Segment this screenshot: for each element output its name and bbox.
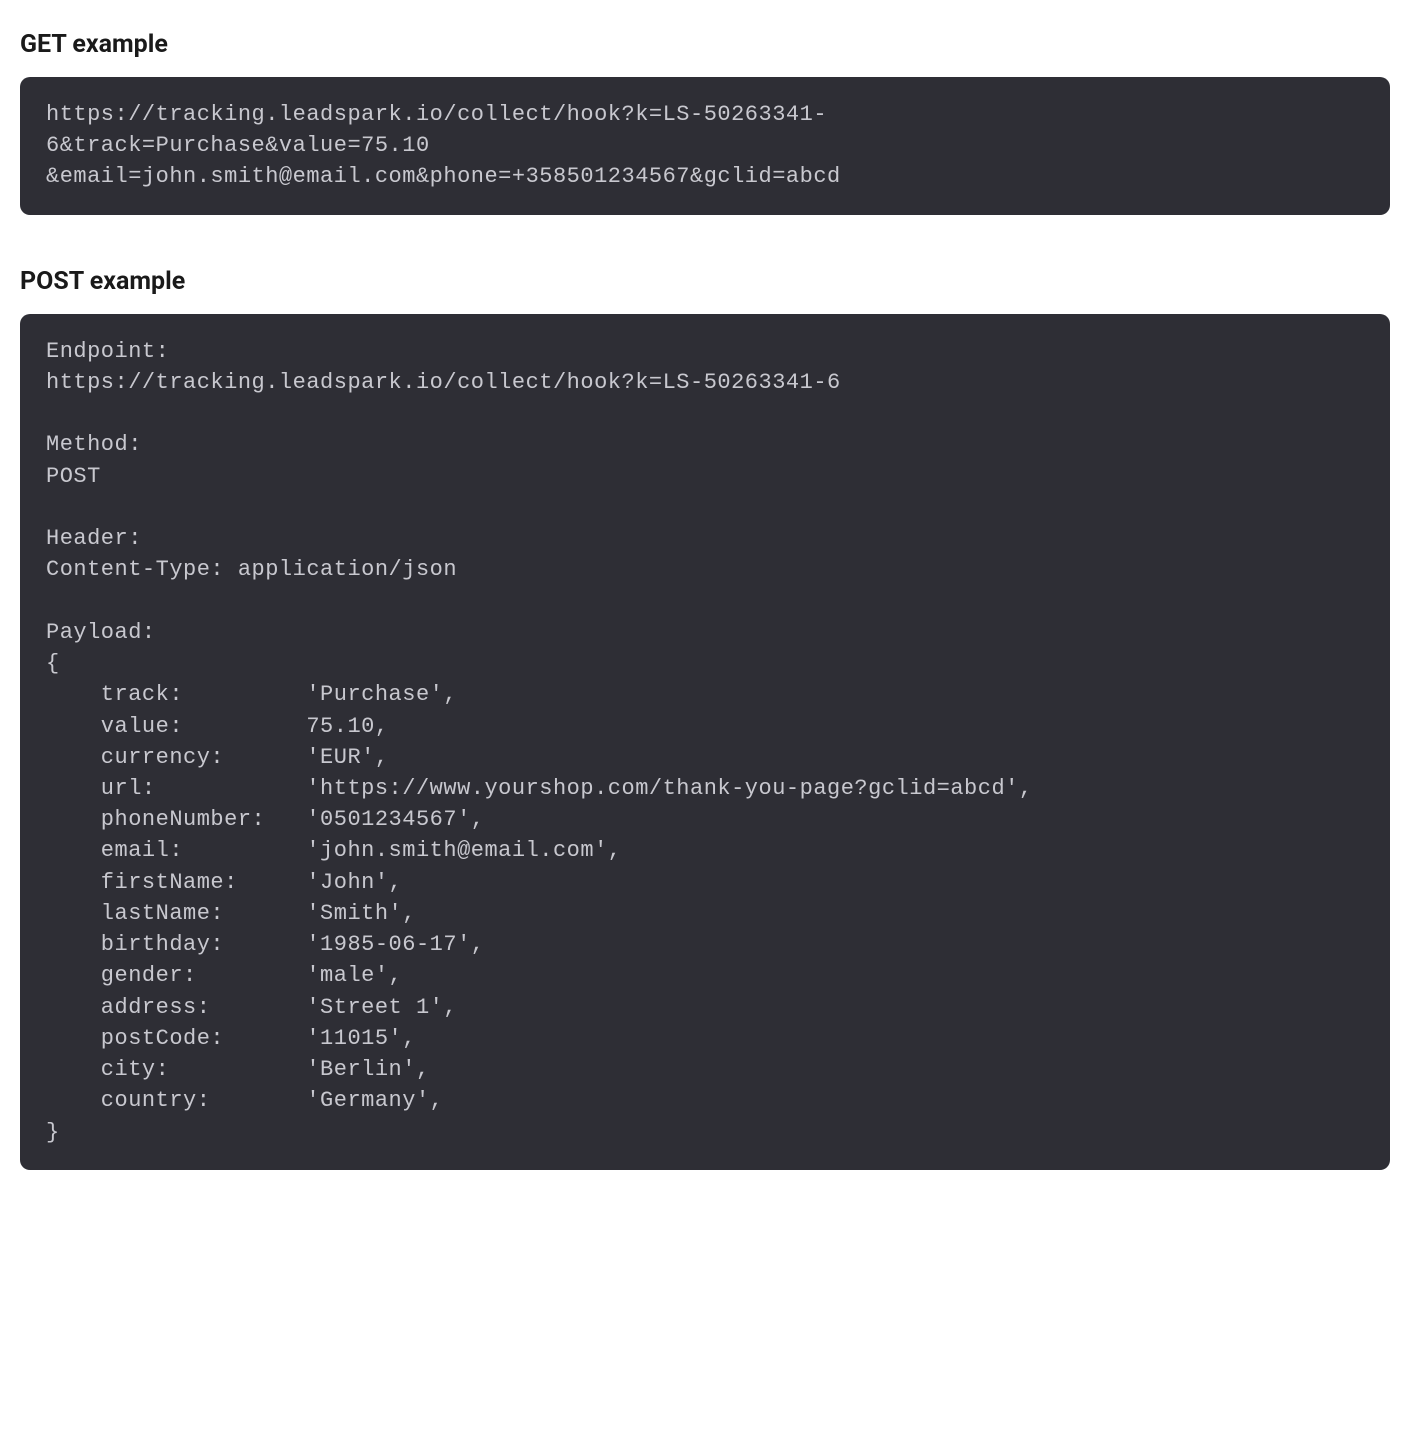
get-example-heading: GET example [20, 30, 1390, 59]
post-example-heading: POST example [20, 267, 1390, 296]
get-example-code-block: https://tracking.leadspark.io/collect/ho… [20, 77, 1390, 215]
post-example-code-block: Endpoint: https://tracking.leadspark.io/… [20, 314, 1390, 1170]
